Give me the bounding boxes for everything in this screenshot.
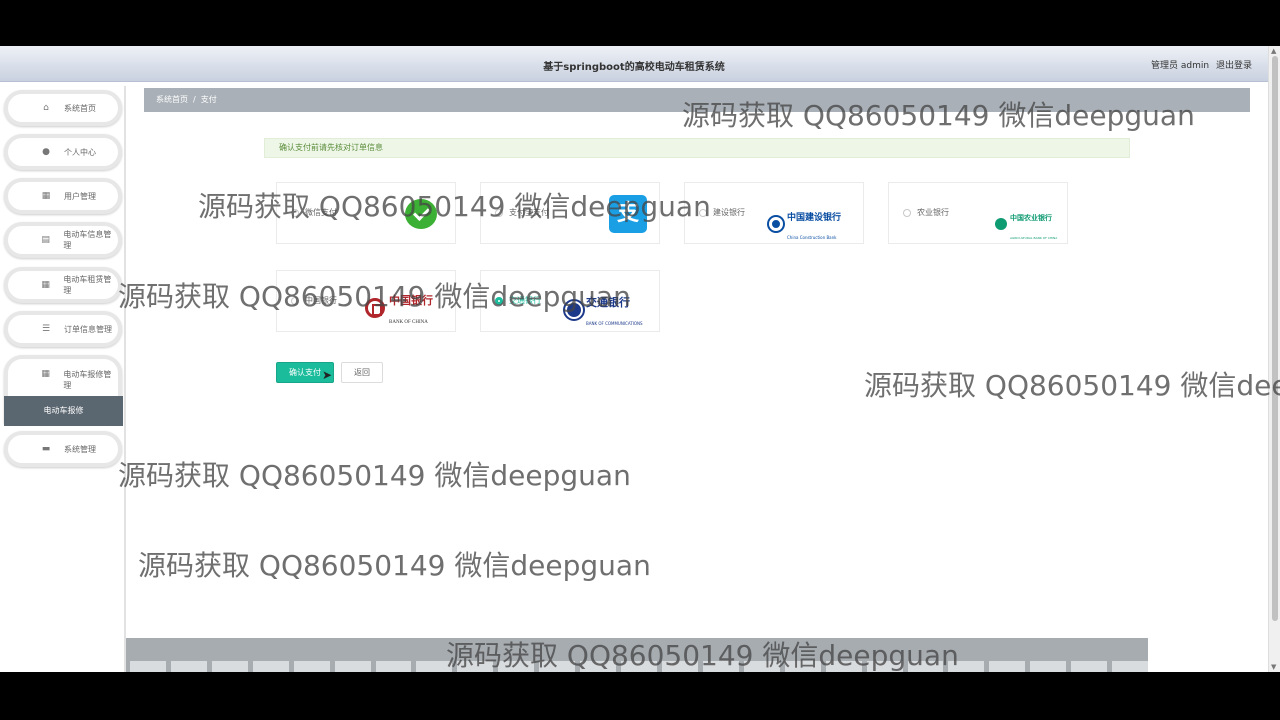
back-button[interactable]: 返回 [341,362,383,383]
payment-option-boc[interactable]: 中国银行 中国银行 BANK OF CHINA [276,270,456,332]
sidebar-item-label: 个人中心 [64,147,96,157]
boc-logo-icon: 中国银行 BANK OF CHINA [365,289,433,327]
boc-logo-subtext: BANK OF CHINA [389,320,428,325]
vertical-scrollbar[interactable]: ▲ ▼ [1268,46,1280,672]
top-header: 基于springboot的高校电动车租赁系统 管理员 admin 退出登录 [0,46,1268,82]
home-icon: ⌂ [43,103,49,113]
ccb-logo-subtext: China Construction Bank [787,235,837,240]
sidebar-item-ebike-rental[interactable]: ▦ 电动车租赁管理 [4,267,122,303]
abc-logo-subtext: AGRICULTURAL BANK OF CHINA [1010,236,1058,240]
watermark: 源码获取 QQ86050149 微信deepguan [864,369,1280,402]
sidebar-item-users[interactable]: ▦ 用户管理 [4,178,122,214]
sidebar: ⌂ 系统首页 ● 个人中心 ▦ 用户管理 ▤ 电动车信息管理 ▦ 电动车租赁管理… [0,86,126,672]
radio-button-checked[interactable] [495,297,503,305]
sidebar-item-home[interactable]: ⌂ 系统首页 [4,90,122,126]
payment-option-abc[interactable]: 农业银行 中国农业银行 AGRICULTURAL BANK OF CHINA [888,182,1068,244]
sidebar-item-label: 用户管理 [64,191,96,201]
radio-button[interactable] [495,209,503,217]
radio-button[interactable] [291,297,299,305]
sliders-icon: ☰ [41,324,51,334]
radio-button[interactable] [291,209,299,217]
bcm-logo-text: 交通银行 [586,296,630,309]
sidebar-item-label: 订单信息管理 [64,324,112,334]
ccb-logo-text: 中国建设银行 [787,213,842,223]
grid-icon: ▦ [41,191,51,201]
abc-logo-text: 中国农业银行 [1010,214,1052,222]
watermark: 源码获取 QQ86050149 微信deepguan [138,549,651,582]
grid-icon: ▦ [41,280,50,290]
abc-logo-icon: 中国农业银行 AGRICULTURAL BANK OF CHINA [995,205,1057,243]
payment-option-label: 中国银行 [305,296,337,305]
payment-option-label: 交通银行 [509,296,541,305]
radio-button[interactable] [903,209,911,217]
alipay-logo-icon: 支 [609,195,647,233]
sidebar-item-label: 电动车报修管理 [63,370,112,390]
list-icon: ▤ [41,235,50,245]
user-icon: ● [42,147,50,157]
radio-button[interactable] [699,209,707,217]
scroll-down-icon[interactable]: ▼ [1271,663,1276,671]
grid-icon: ▦ [41,369,50,379]
sidebar-item-label: 系统管理 [64,444,96,454]
sidebar-item-label: 电动车信息管理 [63,230,112,250]
user-area: 管理员 admin 退出登录 [1147,58,1252,71]
payment-option-label: 农业银行 [917,208,949,217]
watermark: 源码获取 QQ86050149 微信deepguan [118,459,631,492]
payment-option-bcm[interactable]: 交通银行 交通银行 BANK OF COMMUNICATIONS [480,270,660,332]
payment-option-ccb[interactable]: 建设银行 中国建设银行 China Construction Bank [684,182,864,244]
payment-option-alipay[interactable]: 支付宝支付 支 [480,182,660,244]
sidebar-item-ebike-info[interactable]: ▤ 电动车信息管理 [4,222,122,258]
payment-option-label: 支付宝支付 [509,208,549,217]
wechat-logo-icon [405,199,437,229]
scrollbar-thumb[interactable] [1272,56,1278,621]
current-user-label: 管理员 admin [1151,61,1210,71]
breadcrumb-current: 支付 [200,95,217,104]
sidebar-item-label: 电动车租赁管理 [63,275,112,295]
payment-option-label: 建设银行 [713,208,745,217]
payment-option-label: 微信支付 [305,208,337,217]
mouse-cursor-icon: ➤ [322,368,333,382]
submenu-ebike-repair[interactable]: 电动车报修 [4,396,123,426]
payment-option-wechat[interactable]: 微信支付 [276,182,456,244]
logout-link[interactable]: 退出登录 [1216,61,1252,71]
footer-cells [130,661,1149,672]
breadcrumb-separator: / [193,95,196,104]
scroll-up-icon[interactable]: ▲ [1271,47,1276,55]
breadcrumb: 系统首页 / 支付 [144,88,1250,112]
sidebar-item-system[interactable]: ▬ 系统管理 [4,431,122,467]
main-content: 系统首页 / 支付 确认支付前请先核对订单信息 微信支付 支付宝支付 支 建设银行 … [144,88,1250,383]
boc-logo-text: 中国银行 [389,294,433,307]
app-title: 基于springboot的高校电动车租赁系统 [543,62,725,73]
sidebar-item-orders[interactable]: ☰ 订单信息管理 [4,311,122,347]
bcm-logo-subtext: BANK OF COMMUNICATIONS [586,321,643,326]
sidebar-item-label: 系统首页 [64,103,96,113]
breadcrumb-home[interactable]: 系统首页 [156,95,188,104]
app-window: 基于springboot的高校电动车租赁系统 管理员 admin 退出登录 ⌂ … [0,46,1280,672]
order-check-notice: 确认支付前请先核对订单信息 [264,138,1130,158]
chat-icon: ▬ [41,444,51,454]
bcm-logo-icon: 交通银行 BANK OF COMMUNICATIONS [565,291,643,329]
sidebar-item-profile[interactable]: ● 个人中心 [4,134,122,170]
ccb-logo-icon: 中国建设银行 China Construction Bank [769,205,841,243]
